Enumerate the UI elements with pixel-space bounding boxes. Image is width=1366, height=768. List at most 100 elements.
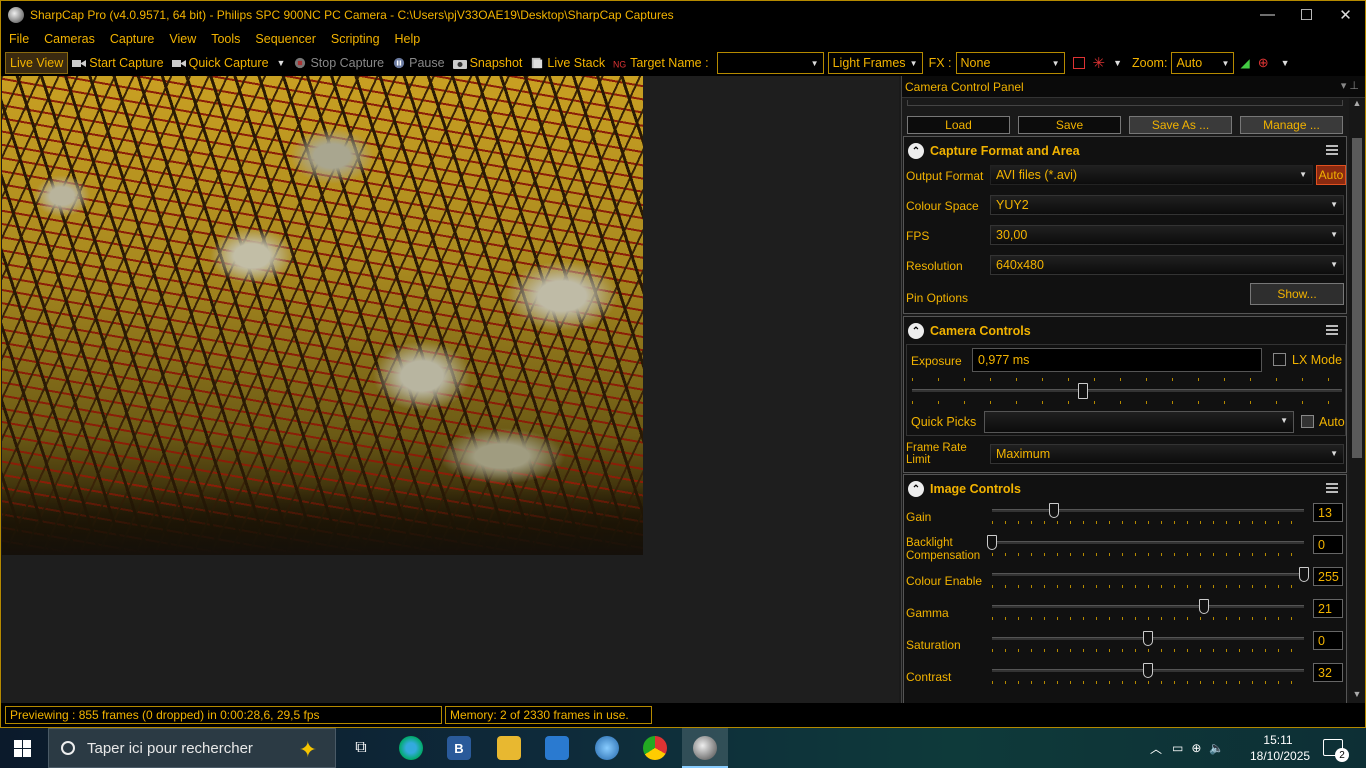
scroll-down-icon[interactable]: ▼ — [1349, 689, 1365, 703]
image-control-slider-track[interactable] — [992, 541, 1304, 544]
capture-format-header[interactable]: ⌃ Capture Format and Area — [904, 137, 1346, 165]
quick-picks-select[interactable]: ▼ — [984, 411, 1294, 433]
volume-icon[interactable]: 🔈 — [1209, 741, 1224, 755]
quick-picks-auto-checkbox[interactable] — [1301, 415, 1314, 428]
menu-help[interactable]: Help — [387, 32, 428, 46]
thunderbird-icon[interactable] — [595, 736, 619, 760]
microsoft-store-icon[interactable] — [545, 736, 569, 760]
close-button[interactable]: ✕ — [1326, 1, 1365, 28]
minimize-button[interactable]: — — [1248, 1, 1287, 28]
preview-area[interactable] — [2, 76, 899, 703]
menu-sequencer[interactable]: Sequencer — [247, 32, 322, 46]
network-globe-icon[interactable]: ⊕ — [1191, 741, 1201, 755]
clock[interactable]: 15:11 18/10/2025 — [1250, 732, 1310, 764]
fx-select[interactable]: None ▼ — [955, 52, 1065, 74]
output-format-select[interactable]: AVI files (*.avi) ▼ — [990, 165, 1313, 185]
image-control-slider-track[interactable] — [992, 605, 1304, 608]
task-view-icon[interactable]: ⧉ — [349, 736, 373, 760]
image-control-value[interactable]: 21 — [1313, 599, 1343, 618]
camera-preview-image — [2, 76, 643, 555]
image-control-slider-track[interactable] — [992, 509, 1304, 512]
live-stack-button[interactable]: Live Stack — [526, 51, 609, 75]
exposure-slider-track[interactable] — [912, 389, 1342, 392]
image-control-slider-track[interactable] — [992, 573, 1304, 576]
menu-icon[interactable] — [1326, 325, 1338, 335]
pause-icon — [393, 57, 405, 69]
collapse-icon[interactable]: ⌃ — [908, 481, 924, 497]
camera-controls-header[interactable]: ⌃ Camera Controls — [904, 317, 1346, 345]
auto-format-button[interactable]: Auto — [1316, 165, 1346, 185]
scroll-up-icon[interactable]: ▲ — [1349, 98, 1365, 112]
quick-capture-button[interactable]: Quick Capture ▼ — [168, 51, 290, 75]
image-control-slider-thumb[interactable] — [1199, 599, 1210, 614]
image-control-value[interactable]: 0 — [1313, 631, 1343, 650]
image-control-slider-thumb[interactable] — [987, 535, 997, 550]
chevron-down-icon[interactable]: ▼ — [1281, 58, 1290, 68]
target-name-input[interactable]: ▼ — [716, 52, 824, 74]
save-as-button[interactable]: Save As ... — [1129, 116, 1232, 134]
lx-mode-checkbox[interactable] — [1273, 353, 1286, 366]
sharpcap-taskbar-button[interactable] — [682, 728, 728, 768]
live-view-button[interactable]: Live View — [5, 52, 69, 74]
pin-icon[interactable]: ▾ ⊥ — [1341, 79, 1359, 92]
chevron-down-icon: ▼ — [1051, 58, 1060, 68]
scrollbar-thumb[interactable] — [1352, 138, 1362, 458]
manage-button[interactable]: Manage ... — [1240, 116, 1343, 134]
start-capture-button[interactable]: Start Capture — [68, 51, 167, 75]
image-control-value[interactable]: 32 — [1313, 663, 1343, 682]
image-control-slider-thumb[interactable] — [1143, 663, 1153, 678]
menu-file[interactable]: File — [1, 32, 36, 46]
image-controls-header[interactable]: ⌃ Image Controls — [904, 475, 1346, 503]
pause-button[interactable]: Pause — [388, 51, 448, 75]
load-button[interactable]: Load — [907, 116, 1010, 134]
chevron-down-icon[interactable]: ▼ — [1113, 58, 1122, 68]
collapse-icon[interactable]: ⌃ — [908, 323, 924, 339]
image-control-slider-thumb[interactable] — [1049, 503, 1060, 518]
taskbar-search-input[interactable]: Taper ici pour rechercher ✦ — [48, 728, 336, 768]
exposure-slider-thumb[interactable] — [1078, 383, 1088, 399]
image-control-value[interactable]: 13 — [1313, 503, 1343, 522]
collapse-icon[interactable]: ⌃ — [908, 143, 924, 159]
menu-capture[interactable]: Capture — [102, 32, 161, 46]
menu-scripting[interactable]: Scripting — [323, 32, 387, 46]
show-pin-options-button[interactable]: Show... — [1250, 283, 1344, 305]
camera-control-panel: Camera Control Panel ▾ ⊥ Load Save Save … — [901, 76, 1365, 703]
file-explorer-icon[interactable] — [497, 736, 521, 760]
selection-area-icon[interactable] — [1072, 57, 1085, 69]
chevron-down-icon: ▼ — [810, 58, 819, 68]
chevron-down-icon[interactable]: ▼ — [277, 58, 286, 68]
snapshot-button[interactable]: Snapshot — [449, 51, 527, 75]
panel-scrollbar[interactable]: ▲ ▼ — [1349, 98, 1365, 703]
menu-cameras[interactable]: Cameras — [36, 32, 102, 46]
save-button[interactable]: Save — [1018, 116, 1121, 134]
frame-rate-limit-select[interactable]: Maximum ▼ — [990, 444, 1344, 464]
bitwarden-icon[interactable]: B — [447, 736, 471, 760]
profile-selector[interactable] — [907, 100, 1343, 106]
resolution-select[interactable]: 640x480 ▼ — [990, 255, 1344, 275]
fps-select[interactable]: 30,00 ▼ — [990, 225, 1344, 245]
exposure-input[interactable]: 0,977 ms — [972, 348, 1262, 372]
zoom-select[interactable]: Auto ▼ — [1171, 52, 1235, 74]
chrome-icon[interactable] — [643, 736, 667, 760]
menu-icon[interactable] — [1326, 145, 1338, 155]
colour-space-value: YUY2 — [996, 198, 1029, 212]
stop-capture-button[interactable]: Stop Capture — [289, 51, 388, 75]
colour-space-select[interactable]: YUY2 ▼ — [990, 195, 1344, 215]
menu-tools[interactable]: Tools — [203, 32, 247, 46]
crosshair-icon[interactable]: ✳ — [1093, 54, 1106, 72]
menu-icon[interactable] — [1326, 483, 1338, 493]
edge-icon[interactable] — [399, 736, 423, 760]
chevron-up-icon[interactable]: ︿ — [1150, 740, 1162, 757]
battery-icon[interactable]: ▭ — [1172, 741, 1183, 755]
frame-type-select[interactable]: Light Frames ▼ — [827, 52, 923, 74]
image-control-value[interactable]: 255 — [1313, 567, 1343, 586]
image-control-value[interactable]: 0 — [1313, 535, 1343, 554]
notifications-icon[interactable]: 2 — [1323, 739, 1349, 762]
menu-view[interactable]: View — [161, 32, 203, 46]
histogram-icon[interactable]: ◢ — [1240, 56, 1249, 70]
focus-assist-icon[interactable]: ⊕ — [1258, 55, 1269, 71]
image-control-slider-thumb[interactable] — [1143, 631, 1153, 646]
maximize-button[interactable]: ☐ — [1287, 1, 1326, 28]
image-control-slider-thumb[interactable] — [1299, 567, 1309, 582]
windows-start-icon[interactable] — [14, 740, 31, 757]
